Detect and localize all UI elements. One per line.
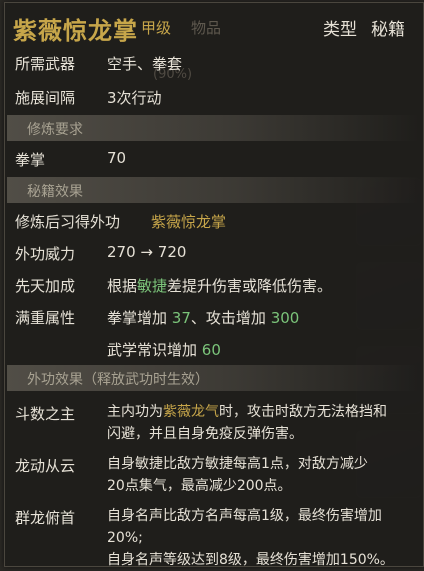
fist-key: 拳掌 (15, 151, 46, 169)
skill2-line1: 自身敏捷比敌方敏捷每高1点，对敌方减少 (107, 456, 368, 472)
full-a: 拳掌增加 (107, 309, 168, 327)
weapon-value: 空手、拳套 (107, 55, 183, 73)
item-grade: 甲级 (141, 19, 172, 37)
full-b-value: 300 (270, 309, 300, 327)
skill2-desc: 自身敏捷比敌方敏捷每高1点，对敌方减少 20点集气，最高减少200点。 (107, 453, 368, 497)
type-label: 类型 (323, 20, 357, 40)
innate-pre: 根据 (107, 277, 138, 295)
section-book-effects: 秘籍效果 (7, 177, 419, 203)
item-title: 紫薇惊龙掌 (13, 16, 138, 45)
power-key: 外功威力 (15, 245, 76, 263)
power-from: 270 (107, 243, 136, 261)
interval-key: 施展间隔 (15, 89, 76, 107)
weapon-key: 所需武器 (15, 55, 76, 73)
full-weight-key: 满重属性 (15, 309, 76, 327)
skill1-key: 斗数之主 (15, 405, 76, 423)
innate-key: 先天加成 (15, 277, 76, 295)
skill2-line2: 20点集气，最高减少200点。 (107, 478, 292, 494)
interval-value: 3次行动 (107, 89, 162, 107)
section-title: 外功效果（释放武功时生效） (27, 372, 209, 388)
skill3-desc: 自身名声比敌方名声每高1级，最终伤害增加 20%; 自身名声等级达到8级，最终伤… (107, 505, 394, 571)
skill1-post: 时，攻击时敌方无法格挡和 (219, 404, 387, 420)
learn-key: 修炼后习得外功 (15, 213, 121, 231)
section-title: 秘籍效果 (27, 184, 83, 200)
tooltip-header: 紫薇惊龙掌 甲级 物品 类型 秘籍 (5, 3, 423, 47)
fist-value: 70 (107, 149, 127, 167)
skill1-pre: 主内功为 (107, 404, 163, 420)
skill3-line3: 自身名声等级达到8级，最终伤害增加150%。 (107, 552, 394, 568)
skill3-line1: 自身名声比敌方名声每高1级，最终伤害增加 (107, 508, 382, 524)
innate-value: 根据敏捷差提升伤害或降低伤害。 (107, 275, 332, 296)
arrow-right-icon: → (140, 243, 153, 261)
full-weight-value-2: 武学常识增加 60 (107, 339, 221, 360)
full-a-value: 37 (171, 309, 191, 327)
full-b: 、攻击增加 (190, 309, 266, 327)
skill1-line1: 主内功为紫薇龙气时，攻击时敌方无法格挡和 (107, 401, 387, 423)
skill3-line2: 20%; (107, 530, 143, 546)
skill2-key: 龙动从云 (15, 457, 76, 475)
innate-stat: 敏捷 (137, 277, 168, 295)
full-c-value: 60 (201, 341, 221, 359)
background-tab-label: 物品 (191, 19, 222, 37)
full-c: 武学常识增加 (107, 341, 198, 359)
innate-post: 差提升伤害或降低伤害。 (167, 277, 333, 295)
skill1-desc: 主内功为紫薇龙气时，攻击时敌方无法格挡和 闪避，并且自身免疫反弹伤害。 (107, 401, 387, 445)
section-external-effects: 外功效果（释放武功时生效） (7, 365, 419, 391)
learn-value: 紫薇惊龙掌 (151, 213, 227, 231)
full-weight-value: 拳掌增加 37、攻击增加 300 (107, 307, 299, 328)
skill3-key: 群龙俯首 (15, 509, 76, 527)
item-tooltip: 紫薇惊龙掌 甲级 物品 类型 秘籍 (90%) 所需武器 空手、拳套 施展间隔 … (4, 2, 424, 568)
skill1-gold: 紫薇龙气 (163, 404, 219, 420)
section-practice-requirements: 修炼要求 (7, 115, 419, 141)
section-title: 修炼要求 (27, 122, 83, 138)
skill1-line2: 闪避，并且自身免疫反弹伤害。 (107, 426, 303, 442)
type-value: 秘籍 (371, 20, 405, 40)
power-to: 720 (157, 243, 187, 261)
power-value: 270 → 720 (107, 243, 186, 261)
